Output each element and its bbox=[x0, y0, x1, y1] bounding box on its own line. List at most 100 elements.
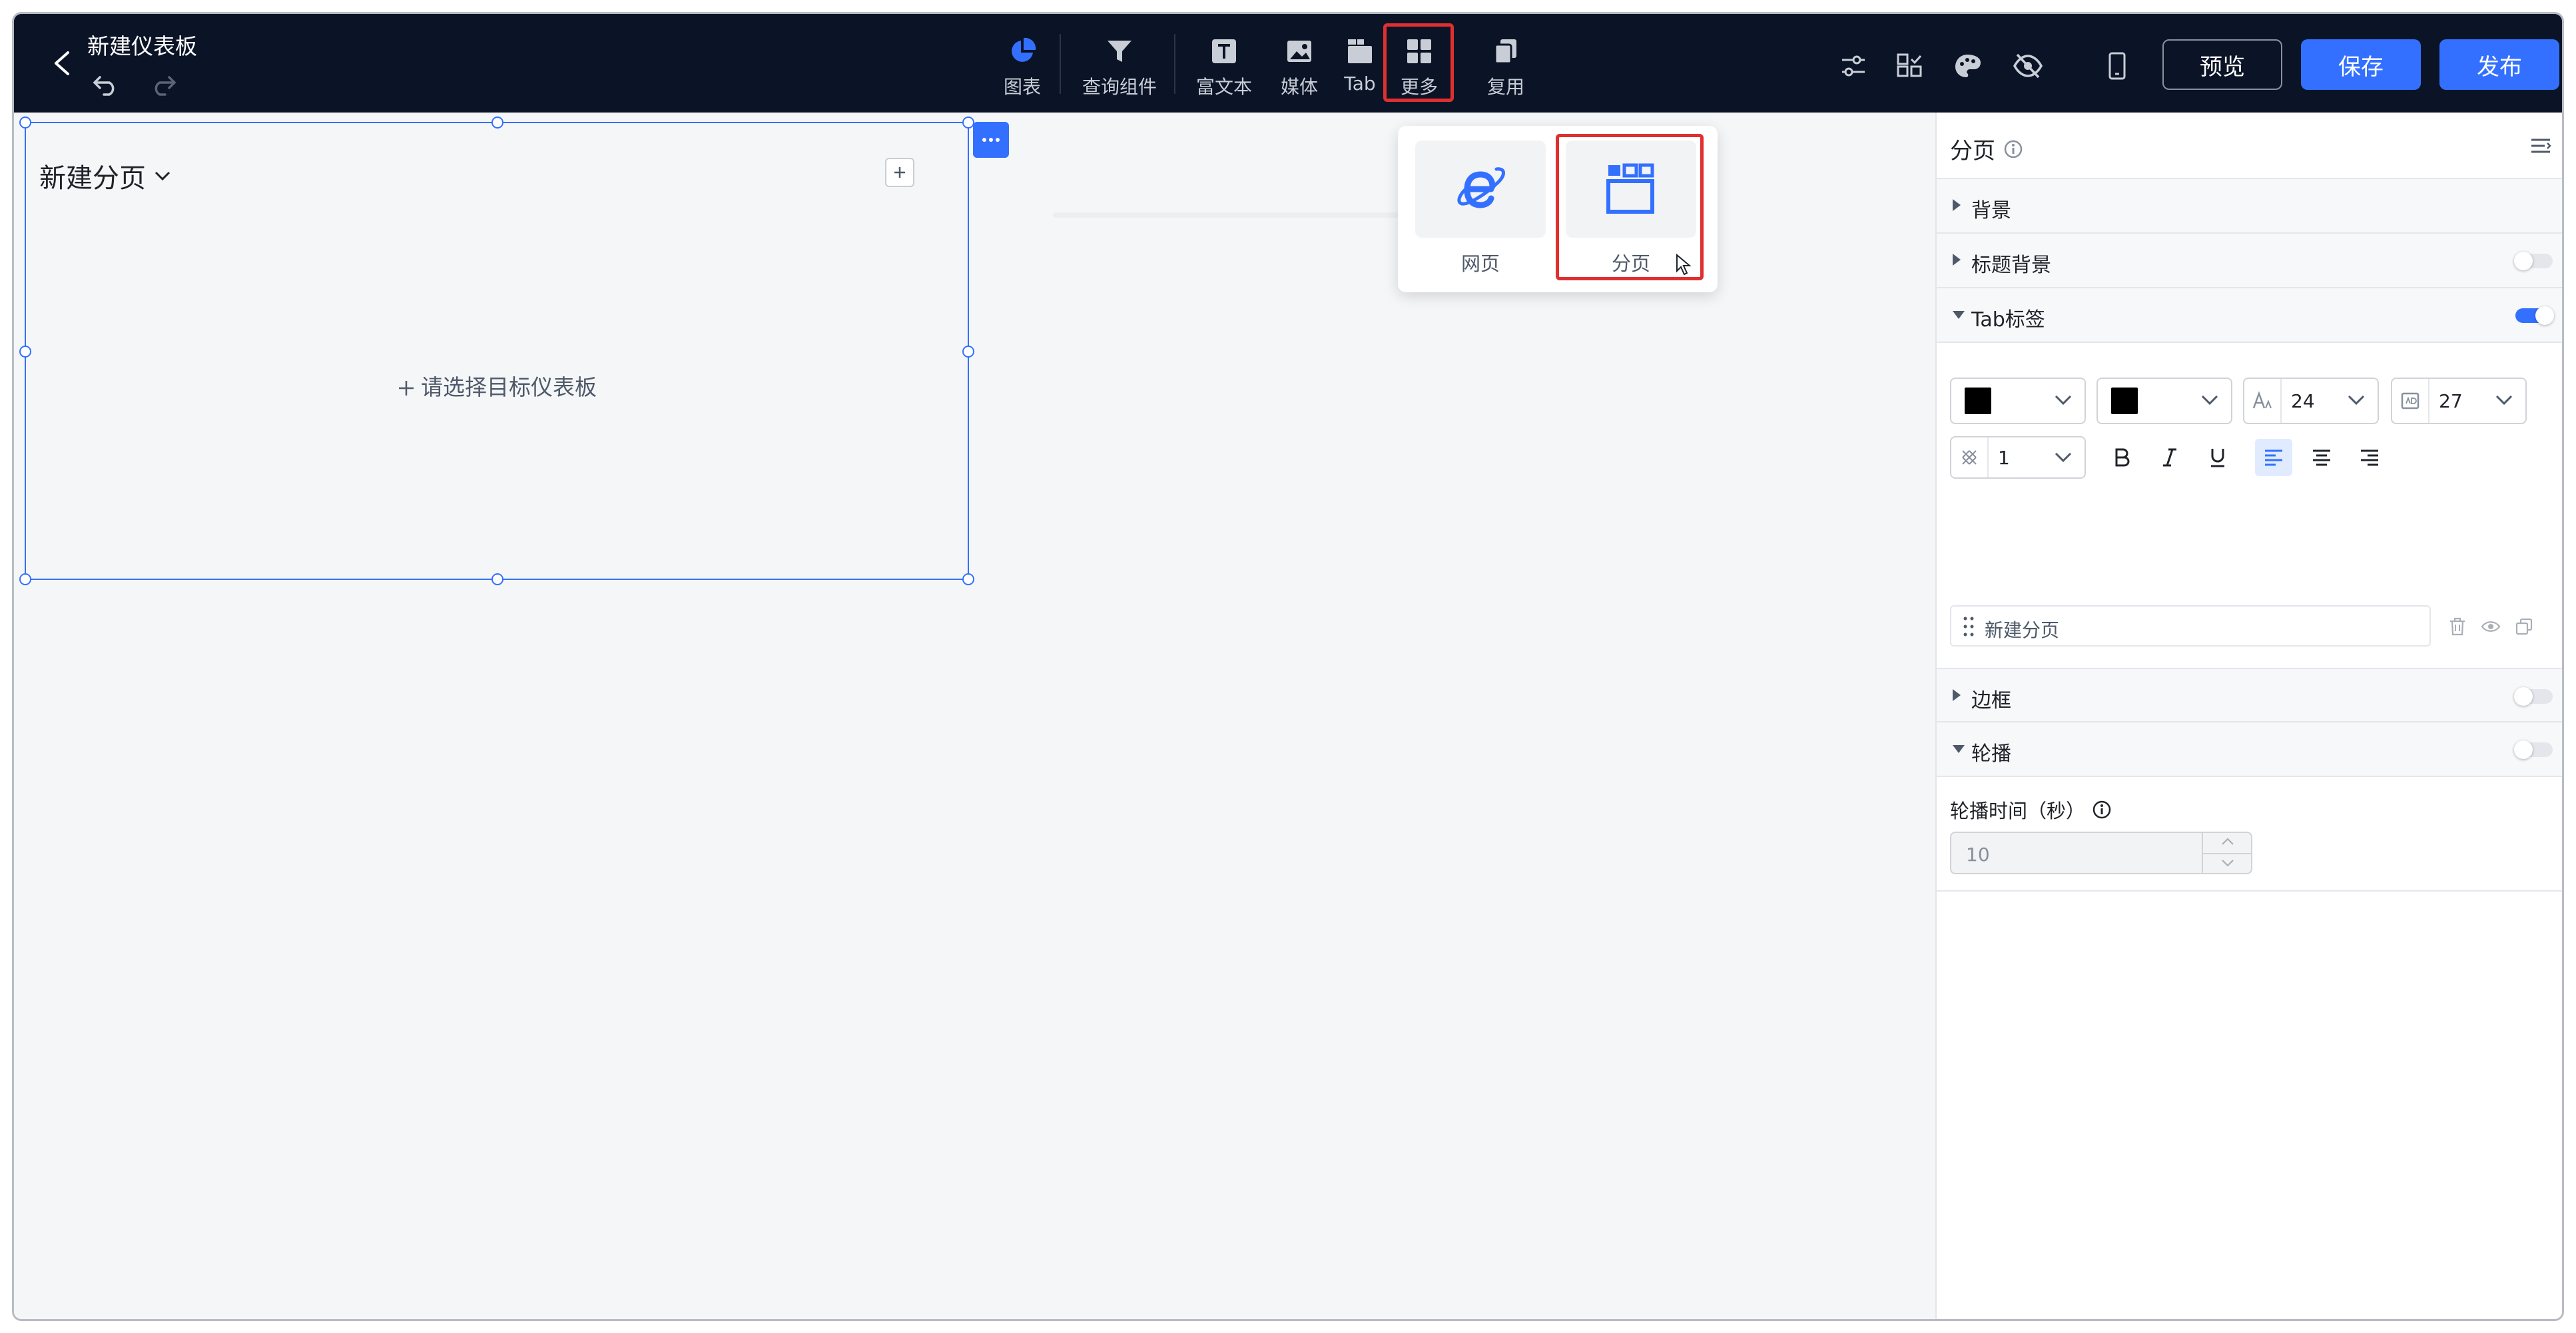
resize-handle[interactable] bbox=[491, 573, 503, 585]
section-border[interactable]: 边框 bbox=[1937, 668, 2562, 722]
back-button[interactable] bbox=[42, 43, 82, 83]
tab-labels-toggle[interactable] bbox=[2515, 306, 2554, 325]
chevron-down-icon bbox=[2495, 395, 2513, 405]
font-size-icon bbox=[2252, 391, 2272, 409]
pagination-widget[interactable]: 新建分页 请选择目标仪表板 bbox=[19, 117, 974, 585]
text-icon bbox=[1212, 39, 1236, 63]
font-size-select[interactable]: 24 bbox=[2243, 378, 2379, 424]
properties-panel: 分页 背景 标题背景 Tab标签 24 27 1 新建分页 边框 轮播 轮播时间… bbox=[1935, 113, 2562, 1319]
tool-chart[interactable]: 图表 bbox=[996, 27, 1049, 102]
bold-button[interactable] bbox=[2103, 439, 2140, 476]
panel-header: 分页 bbox=[1937, 113, 2562, 179]
align-right-button[interactable] bbox=[2351, 439, 2388, 476]
visibility-button[interactable] bbox=[2009, 47, 2047, 85]
layout-button[interactable] bbox=[1891, 47, 1928, 85]
font-color-select[interactable] bbox=[1950, 378, 2086, 424]
carousel-time-input[interactable]: 10 bbox=[1950, 832, 2252, 874]
select-target-label: 请选择目标仪表板 bbox=[421, 374, 597, 400]
chevron-up-icon bbox=[2222, 838, 2234, 845]
resize-handle[interactable] bbox=[19, 346, 31, 358]
widget-tab-dropdown[interactable]: 新建分页 bbox=[39, 156, 171, 195]
carousel-toggle[interactable] bbox=[2514, 740, 2553, 759]
background-color-select[interactable] bbox=[2096, 378, 2232, 424]
resize-handle[interactable] bbox=[491, 117, 503, 129]
italic-button[interactable] bbox=[2151, 439, 2188, 476]
italic-icon bbox=[2163, 448, 2176, 467]
toolbar-divider bbox=[1060, 34, 1061, 94]
section-background[interactable]: 背景 bbox=[1937, 179, 2562, 234]
settings-button[interactable] bbox=[1835, 47, 1872, 85]
tab-icon bbox=[1348, 39, 1372, 63]
app-window: 新建仪表板 图表 查询组件 富文本 媒体 Tab 更多 复用 预览 保存 发布 … bbox=[12, 12, 2564, 1321]
caret-right-icon bbox=[1953, 689, 1961, 701]
filter-icon bbox=[1108, 41, 1131, 62]
menu-icon bbox=[2531, 138, 2551, 153]
dashboard-title[interactable]: 新建仪表板 bbox=[87, 29, 197, 61]
layout-check-icon bbox=[1897, 53, 1922, 77]
panel-menu-button[interactable] bbox=[2527, 133, 2554, 159]
tab-height-select[interactable]: 27 bbox=[2391, 378, 2527, 424]
add-page-button[interactable] bbox=[885, 158, 914, 187]
widget-more-button[interactable] bbox=[973, 122, 1009, 158]
background-color-swatch bbox=[2111, 388, 2138, 414]
underline-icon bbox=[2211, 449, 2224, 467]
resize-handle[interactable] bbox=[962, 573, 974, 585]
undo-icon bbox=[93, 76, 115, 96]
image-icon bbox=[1287, 41, 1311, 62]
pattern-icon bbox=[1962, 450, 1977, 465]
ellipsis-icon bbox=[982, 138, 1000, 142]
delete-tab-button[interactable] bbox=[2444, 613, 2471, 640]
save-button[interactable]: 保存 bbox=[2301, 39, 2421, 90]
tab-item-name[interactable]: 新建分页 bbox=[1985, 616, 2059, 643]
line-width-select[interactable]: 1 bbox=[1950, 436, 2086, 479]
theme-button[interactable] bbox=[1949, 47, 1987, 85]
dashboard-canvas[interactable]: 新建分页 请选择目标仪表板 bbox=[14, 113, 1935, 1319]
align-right-icon bbox=[2361, 449, 2378, 466]
align-left-button[interactable] bbox=[2255, 439, 2292, 476]
underline-button[interactable] bbox=[2199, 439, 2236, 476]
preview-button[interactable]: 预览 bbox=[2162, 39, 2282, 90]
toggle-tab-visibility-button[interactable] bbox=[2477, 613, 2504, 640]
bold-icon bbox=[2115, 448, 2130, 467]
mobile-view-button[interactable] bbox=[2098, 47, 2136, 85]
trash-icon bbox=[2450, 617, 2465, 636]
component-webpage[interactable]: 网页 bbox=[1414, 140, 1547, 282]
font-color-swatch bbox=[1965, 388, 1991, 414]
section-tab-labels[interactable]: Tab标签 bbox=[1937, 288, 2562, 343]
caret-down-icon bbox=[1953, 745, 1965, 753]
panel-divider bbox=[1937, 890, 2562, 892]
plus-icon bbox=[399, 381, 414, 396]
title-background-toggle[interactable] bbox=[2514, 252, 2553, 270]
border-toggle[interactable] bbox=[2514, 687, 2553, 706]
drag-handle-icon bbox=[1963, 617, 1974, 637]
chevron-down-icon bbox=[2222, 860, 2234, 867]
publish-button[interactable]: 发布 bbox=[2439, 39, 2559, 90]
carousel-time-label: 轮播时间（秒） bbox=[1950, 800, 2086, 822]
tool-media[interactable]: 媒体 bbox=[1273, 27, 1326, 102]
align-left-icon bbox=[2265, 449, 2282, 466]
redo-button[interactable] bbox=[147, 67, 180, 101]
chevron-down-icon bbox=[2055, 452, 2072, 463]
tool-query[interactable]: 查询组件 bbox=[1080, 27, 1159, 102]
resize-handle[interactable] bbox=[19, 573, 31, 585]
number-stepper[interactable] bbox=[2202, 833, 2251, 873]
toolbar-divider bbox=[1174, 34, 1175, 94]
select-target-dashboard[interactable]: 请选择目标仪表板 bbox=[26, 370, 968, 401]
section-title-background[interactable]: 标题背景 bbox=[1937, 234, 2562, 288]
chevron-down-icon bbox=[2348, 395, 2365, 405]
undo-button[interactable] bbox=[89, 67, 122, 101]
widget-title: 新建分页 bbox=[39, 163, 146, 194]
section-carousel[interactable]: 轮播 bbox=[1937, 722, 2562, 777]
resize-handle[interactable] bbox=[962, 346, 974, 358]
eye-off-icon bbox=[2013, 53, 2043, 79]
duplicate-tab-button[interactable] bbox=[2511, 613, 2537, 640]
chevron-down-icon bbox=[155, 171, 170, 181]
eye-icon bbox=[2481, 621, 2501, 632]
tool-tab[interactable]: Tab bbox=[1337, 27, 1383, 102]
tab-item-row[interactable]: 新建分页 bbox=[1950, 605, 2431, 647]
align-center-button[interactable] bbox=[2303, 439, 2340, 476]
chevron-left-icon bbox=[55, 51, 69, 75]
tool-reuse[interactable]: 复用 bbox=[1479, 27, 1532, 102]
resize-handle[interactable] bbox=[19, 117, 31, 129]
tool-richtext[interactable]: 富文本 bbox=[1194, 27, 1254, 102]
